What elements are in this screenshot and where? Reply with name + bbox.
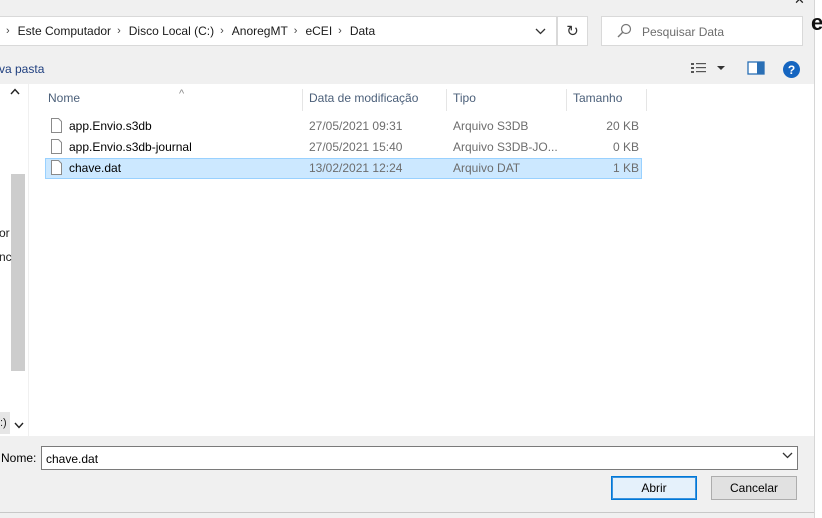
- filename-value: chave.dat: [46, 452, 99, 466]
- breadcrumb-item[interactable]: eCEI: [305, 24, 332, 38]
- breadcrumb-item[interactable]: AnoregMT: [232, 24, 288, 38]
- nav-item-partial[interactable]: or: [0, 226, 10, 240]
- cancel-button[interactable]: Cancelar: [711, 476, 797, 500]
- filename-combobox[interactable]: chave.dat: [41, 446, 798, 470]
- file-date: 13/02/2021 12:24: [309, 161, 403, 175]
- chevron-down-icon[interactable]: [782, 452, 793, 459]
- chevron-right-icon[interactable]: ›: [220, 25, 224, 37]
- file-size: 1 KB: [612, 161, 639, 175]
- refresh-icon: ↻: [566, 23, 579, 40]
- background-window-text: e: [811, 10, 822, 35]
- preview-pane-icon: [747, 61, 765, 75]
- chevron-right-icon[interactable]: ›: [294, 25, 298, 37]
- search-placeholder: Pesquisar Data: [642, 25, 725, 39]
- address-bar[interactable]: › Este Computador › Disco Local (C:) › A…: [0, 16, 557, 46]
- file-icon: [51, 139, 62, 154]
- breadcrumb: › Este Computador › Disco Local (C:) › A…: [0, 17, 375, 45]
- nav-item-partial[interactable]: nc: [0, 250, 12, 264]
- chevron-down-icon: [535, 28, 545, 34]
- file-date: 27/05/2021 09:31: [309, 119, 403, 133]
- file-size: 0 KB: [612, 140, 639, 154]
- help-icon[interactable]: ?: [783, 61, 800, 78]
- column-header-label: Data de modificação: [309, 91, 419, 105]
- file-type: Arquivo S3DB: [453, 119, 529, 133]
- new-folder-button[interactable]: va pasta: [0, 62, 44, 76]
- column-header-type[interactable]: Tipo: [447, 89, 567, 111]
- file-name: app.Envio.s3db: [69, 119, 152, 133]
- scroll-up-arrow-icon[interactable]: [10, 86, 20, 98]
- column-header-date[interactable]: Data de modificação: [303, 89, 447, 111]
- search-icon: [617, 23, 632, 38]
- column-header-label: Nome: [48, 91, 81, 105]
- file-date: 27/05/2021 15:40: [309, 140, 403, 154]
- column-header-name[interactable]: ^ Nome: [42, 88, 303, 111]
- chevron-right-icon: ›: [6, 25, 10, 37]
- sort-ascending-icon: ^: [179, 88, 185, 100]
- breadcrumb-item[interactable]: Data: [350, 24, 375, 38]
- file-icon: [51, 118, 62, 133]
- view-details-icon: [691, 63, 706, 73]
- filename-label: Nome:: [1, 451, 37, 465]
- file-row[interactable]: app.Envio.s3db-journal 27/05/2021 15:40 …: [45, 137, 642, 158]
- dialog-bottom-border: [0, 512, 814, 513]
- address-history-button[interactable]: [527, 17, 553, 45]
- file-type: Arquivo S3DB-JO...: [453, 140, 558, 154]
- chevron-right-icon[interactable]: ›: [338, 25, 342, 37]
- nav-scrollbar-thumb[interactable]: [11, 174, 25, 371]
- open-button-label: Abrir: [641, 481, 667, 495]
- file-row-selected[interactable]: chave.dat 13/02/2021 12:24 Arquivo DAT 1…: [45, 158, 642, 179]
- background-window-edge: [814, 0, 822, 518]
- search-input[interactable]: Pesquisar Data: [601, 16, 803, 46]
- view-options-button[interactable]: [690, 61, 728, 75]
- open-button[interactable]: Abrir: [611, 476, 697, 500]
- file-name: app.Envio.s3db-journal: [69, 140, 192, 154]
- close-icon[interactable]: ✕: [794, 0, 805, 8]
- file-name: chave.dat: [69, 161, 122, 175]
- column-header-size[interactable]: Tamanho: [567, 89, 647, 111]
- nav-item-partial[interactable]: :): [0, 412, 10, 434]
- breadcrumb-item[interactable]: Disco Local (C:): [129, 24, 214, 38]
- file-size: 20 KB: [606, 119, 639, 133]
- refresh-button[interactable]: ↻: [557, 16, 588, 46]
- file-icon: [51, 160, 62, 175]
- cancel-button-label: Cancelar: [729, 481, 779, 495]
- scroll-down-arrow-icon[interactable]: [14, 420, 24, 432]
- column-header-label: Tamanho: [573, 91, 623, 105]
- breadcrumb-item[interactable]: Este Computador: [18, 24, 111, 38]
- file-list[interactable]: ^ Nome Data de modificação Tipo Tamanho …: [29, 84, 814, 436]
- column-header-label: Tipo: [453, 91, 476, 105]
- file-type: Arquivo DAT: [453, 161, 521, 175]
- file-row[interactable]: app.Envio.s3db 27/05/2021 09:31 Arquivo …: [45, 116, 642, 137]
- chevron-right-icon[interactable]: ›: [117, 25, 121, 37]
- preview-pane-button[interactable]: [747, 61, 765, 78]
- caret-down-icon: [717, 66, 725, 70]
